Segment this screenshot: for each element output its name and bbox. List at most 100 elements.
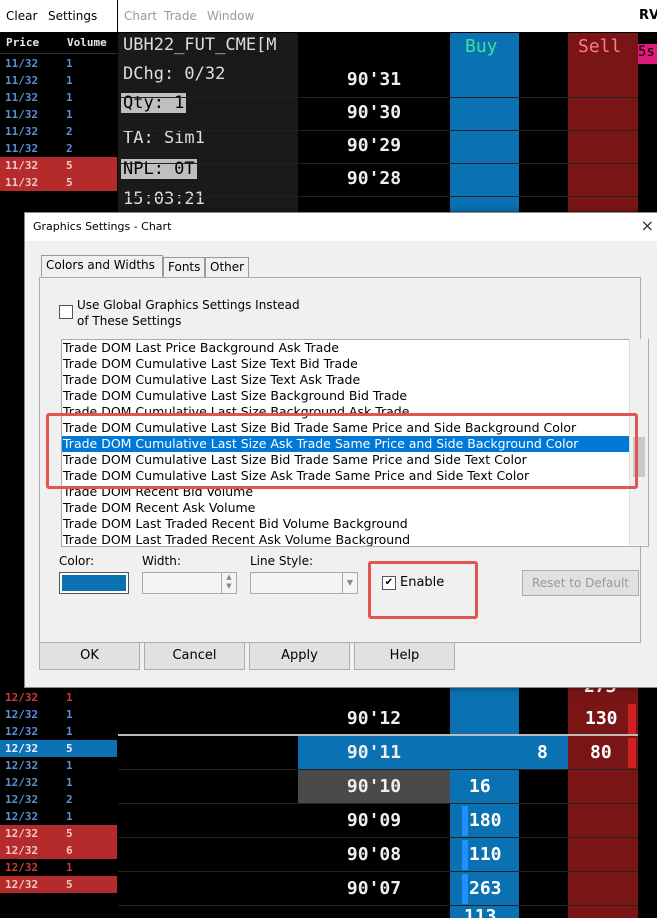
ts-row-volume: 1 — [66, 108, 73, 121]
tab-other[interactable]: Other — [205, 257, 249, 277]
dchg-label: DChg: 0/32 — [123, 64, 226, 84]
list-item[interactable]: Trade DOM Recent Ask Volume — [62, 500, 646, 516]
sell-volume-bar — [628, 738, 636, 768]
global-settings-checkbox[interactable] — [59, 305, 73, 319]
dom-row[interactable]: 90'07 263 — [0, 872, 657, 906]
color-swatch[interactable] — [59, 572, 129, 594]
color-label: Color: — [59, 554, 95, 568]
list-item[interactable]: Trade DOM Cumulative Last Size Backgroun… — [62, 388, 646, 404]
dom-row[interactable]: 90'10 16 — [0, 770, 657, 804]
price-level[interactable]: 90'30 — [298, 102, 450, 123]
ts-row: 11/32 1 — [0, 89, 117, 106]
price-level[interactable]: 90'29 — [298, 135, 450, 156]
ts-row-price: 11/32 — [5, 125, 39, 138]
list-item[interactable]: Trade DOM Last Traded Recent Bid Volume … — [62, 516, 646, 532]
ts-row-price: 11/32 — [5, 74, 39, 87]
menu-trade[interactable]: Trade — [164, 9, 197, 23]
line-style-select[interactable]: ▼ — [250, 572, 358, 594]
ts-row-volume: 1 — [66, 57, 73, 70]
stepper-arrows-icon[interactable]: ▲ ▼ — [221, 573, 236, 593]
list-item[interactable]: Trade DOM Last Traded Recent Ask Volume … — [62, 532, 646, 546]
buy-volume-value: 16 — [469, 776, 491, 797]
ts-row-price: 11/32 — [5, 91, 39, 104]
highlight-box-list — [46, 413, 638, 489]
dialog-title-bar: Graphics Settings - Chart × — [25, 213, 657, 241]
dom-row[interactable]: 90'08 110 — [0, 838, 657, 872]
graphics-settings-dialog: Graphics Settings - Chart × Colors and W… — [24, 212, 657, 688]
menu-chart[interactable]: Chart — [124, 9, 157, 23]
row-divider — [118, 905, 638, 906]
menu-settings[interactable]: Settings — [48, 9, 97, 23]
ts-row: 11/32 1 — [0, 106, 117, 123]
width-stepper[interactable]: ▲ ▼ — [142, 572, 237, 594]
dom-row[interactable]: 90'12 130 — [0, 702, 657, 736]
ts-menu-bar: Clear Settings — [0, 0, 117, 32]
ts-row: 11/32 1 — [0, 55, 117, 72]
row-divider — [118, 163, 638, 164]
ts-row-price: 11/32 — [5, 108, 39, 121]
qty-field[interactable]: Qty: 1 — [121, 93, 187, 113]
ts-row-volume: 5 — [66, 176, 73, 189]
list-item[interactable]: Trade DOM Last Price Background Ask Trad… — [62, 340, 646, 356]
ts-row-volume: 2 — [66, 142, 73, 155]
ts-row: 11/32 2 — [0, 140, 117, 157]
reset-to-default-button[interactable]: Reset to Default — [522, 570, 639, 596]
buy-volume-value: 263 — [469, 878, 502, 899]
global-settings-label-1: Use Global Graphics Settings Instead — [77, 298, 300, 312]
price-level[interactable]: 90'12 — [298, 708, 450, 729]
menu-window[interactable]: Window — [207, 9, 254, 23]
close-icon[interactable]: × — [641, 216, 654, 235]
row-divider — [118, 97, 638, 98]
buy-header: Buy — [465, 36, 498, 57]
ts-row-volume: 2 — [66, 125, 73, 138]
buy-volume-bar — [462, 840, 468, 870]
buy-volume-bar — [462, 874, 468, 904]
ts-row-price: 11/32 — [5, 142, 39, 155]
dom-menu-bar: Chart Trade Window — [118, 0, 638, 32]
list-item[interactable]: Trade DOM Cumulative Last Size Text Ask … — [62, 372, 646, 388]
rv-label: RV — [639, 8, 657, 23]
help-button[interactable]: Help — [354, 642, 455, 670]
price-level[interactable]: 90'31 — [298, 69, 450, 90]
price-level[interactable]: 90'28 — [298, 168, 450, 189]
sell-volume-bar — [628, 704, 636, 734]
price-level[interactable]: 90'11 — [298, 742, 450, 763]
apply-button[interactable]: Apply — [249, 642, 350, 670]
highlight-box-enable — [368, 561, 478, 619]
ask-size-value: 8 — [537, 742, 548, 763]
cancel-button[interactable]: Cancel — [144, 642, 245, 670]
ok-button[interactable]: OK — [39, 642, 140, 670]
dialog-title: Graphics Settings - Chart — [33, 220, 172, 233]
ts-row-price: 11/32 — [5, 159, 39, 172]
dom-row[interactable]: 90'09 180 — [0, 804, 657, 838]
sell-volume-value: 80 — [590, 742, 612, 763]
price-level[interactable]: 90'09 — [298, 810, 450, 831]
list-item[interactable]: Trade DOM Cumulative Last Size Text Bid … — [62, 356, 646, 372]
tab-colors-and-widths[interactable]: Colors and Widths — [41, 255, 163, 277]
ts-row-price: 11/32 — [5, 57, 39, 70]
row-divider — [118, 130, 638, 131]
chevron-down-icon[interactable]: ▼ — [342, 573, 357, 593]
time-label: 15:03:21 — [123, 189, 205, 209]
sell-header: Sell — [578, 36, 622, 57]
buy-volume-value: 110 — [469, 844, 502, 865]
price-level[interactable]: 90'10 — [298, 776, 450, 797]
sell-volume-value: 130 — [585, 708, 618, 729]
menu-clear[interactable]: Clear — [6, 9, 37, 23]
width-label: Width: — [142, 554, 181, 568]
tab-fonts[interactable]: Fonts — [163, 257, 205, 277]
ts-header: Price Volume — [0, 33, 117, 54]
ts-row: 11/32 5 — [0, 174, 117, 191]
dom-row[interactable]: 90'11 8 80 — [0, 734, 657, 770]
ts-header-price: Price — [6, 36, 40, 49]
rv-tab[interactable]: RV — [638, 0, 657, 32]
global-settings-label-2: of These Settings — [77, 314, 182, 328]
price-level[interactable]: 90'07 — [298, 878, 450, 899]
ts-row-volume: 1 — [66, 91, 73, 104]
ts-row: 11/32 2 — [0, 123, 117, 140]
row-divider — [118, 196, 638, 197]
buy-volume-bar — [462, 806, 468, 836]
ts-row-volume: 1 — [66, 74, 73, 87]
price-level[interactable]: 90'08 — [298, 844, 450, 865]
ts-row: 11/32 1 — [0, 72, 117, 89]
